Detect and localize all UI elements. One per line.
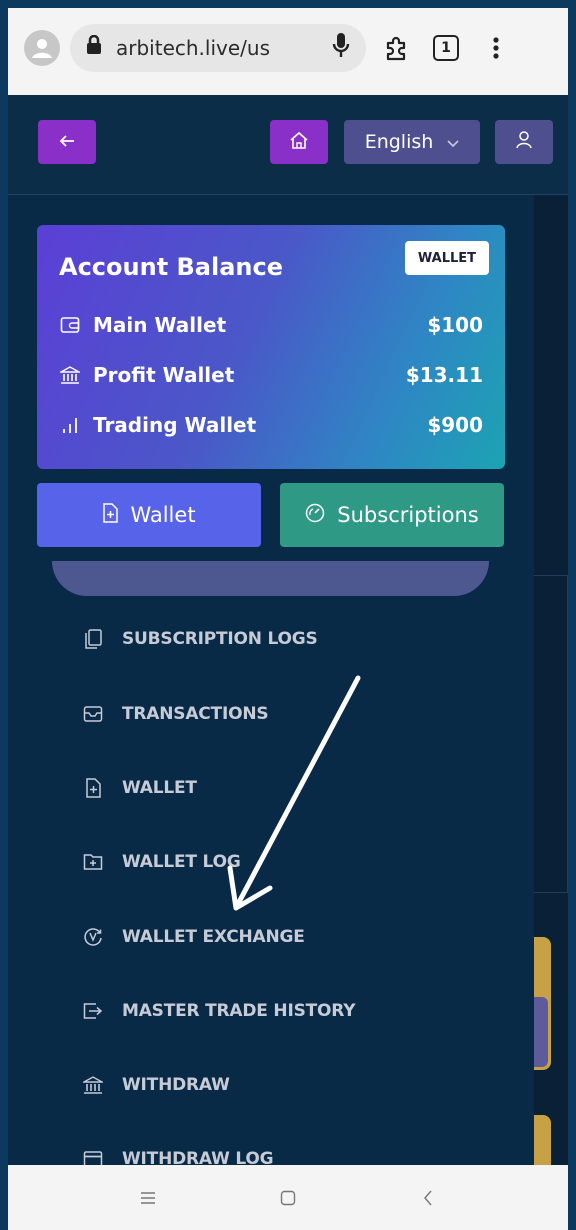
profit-wallet-label: Profit Wallet xyxy=(93,363,235,387)
language-label: English xyxy=(364,131,434,153)
inbox-icon xyxy=(82,703,104,725)
account-balance-card: Account Balance WALLET Main Wallet $100 … xyxy=(37,225,505,469)
profit-wallet-value: $13.11 xyxy=(405,363,483,387)
system-nav-bar xyxy=(0,1165,576,1230)
chevron-left-icon xyxy=(424,1190,432,1205)
back-nav-button[interactable] xyxy=(408,1178,448,1218)
address-bar[interactable]: arbitech.live/us xyxy=(70,23,366,72)
home-icon xyxy=(289,131,309,153)
main-wallet-row: Main Wallet $100 xyxy=(59,313,483,337)
menu-item-wallet-log[interactable]: WALLET LOG xyxy=(82,846,241,878)
menu-icon[interactable] xyxy=(476,28,516,68)
file-plus-icon xyxy=(102,502,119,528)
history-icon xyxy=(82,1000,104,1022)
subscriptions-button[interactable]: Subscriptions xyxy=(280,483,504,547)
app-header: English xyxy=(8,95,568,195)
chevron-down-icon xyxy=(447,131,459,153)
menu-item-master-trade-history[interactable]: MASTER TRADE HISTORY xyxy=(82,995,356,1027)
menu-lines-icon xyxy=(141,1191,155,1204)
background-card-gold-2 xyxy=(534,1115,551,1165)
main-wallet-value: $100 xyxy=(427,313,483,337)
recent-apps-button[interactable] xyxy=(128,1178,168,1218)
wallet-badge[interactable]: WALLET xyxy=(405,241,489,275)
back-arrow-icon xyxy=(59,133,75,152)
tab-count: 1 xyxy=(433,34,459,61)
back-button[interactable] xyxy=(38,120,96,164)
folder-plus-icon xyxy=(82,851,104,873)
gauge-icon xyxy=(305,503,325,528)
main-wallet-label: Main Wallet xyxy=(93,313,227,337)
bank-icon xyxy=(59,364,81,386)
home-nav-button[interactable] xyxy=(268,1178,308,1218)
menu-item-wallet-exchange[interactable]: WALLET EXCHANGE xyxy=(82,921,305,953)
wallet-button[interactable]: Wallet xyxy=(37,483,261,547)
home-button[interactable] xyxy=(270,120,328,164)
menu-item-withdraw[interactable]: WITHDRAW xyxy=(82,1069,230,1101)
profit-wallet-row: Profit Wallet $13.11 xyxy=(59,363,483,387)
extensions-icon[interactable] xyxy=(376,28,416,68)
mic-icon[interactable] xyxy=(332,32,350,63)
menu-item-wallet[interactable]: WALLET xyxy=(82,772,197,804)
file-plus-icon xyxy=(82,777,104,799)
lock-icon xyxy=(86,34,102,60)
wallet-button-label: Wallet xyxy=(130,503,196,527)
card-title: Account Balance xyxy=(59,253,284,281)
menu-item-label: WALLET EXCHANGE xyxy=(122,927,305,947)
background-card-gold xyxy=(534,937,551,1070)
subscriptions-button-label: Subscriptions xyxy=(337,503,479,527)
user-button[interactable] xyxy=(495,120,553,164)
menu-pill-remnant xyxy=(52,561,489,596)
url-text: arbitech.live/us xyxy=(116,35,270,60)
annotation-arrow-icon xyxy=(227,675,361,911)
menu-item-subscription-logs[interactable]: SUBSCRIPTION LOGS xyxy=(82,623,318,655)
language-select[interactable]: English xyxy=(344,120,480,164)
bar-chart-icon xyxy=(59,414,81,436)
browser-toolbar: arbitech.live/us 1 xyxy=(0,0,576,95)
bank-icon xyxy=(82,1074,104,1096)
tabs-icon[interactable]: 1 xyxy=(426,28,466,68)
menu-item-label: WITHDRAW xyxy=(122,1075,230,1095)
background-card xyxy=(534,575,568,893)
menu-item-label: WALLET xyxy=(122,778,197,798)
menu-item-label: MASTER TRADE HISTORY xyxy=(122,1001,356,1021)
wallet-icon xyxy=(59,314,81,336)
trading-wallet-label: Trading Wallet xyxy=(93,413,257,437)
copy-icon xyxy=(82,628,104,650)
user-icon xyxy=(516,131,532,153)
square-icon xyxy=(280,1190,296,1205)
trading-wallet-value: $900 xyxy=(427,413,483,437)
trading-wallet-row: Trading Wallet $900 xyxy=(59,413,483,437)
account-icon[interactable] xyxy=(24,29,60,66)
menu-item-label: SUBSCRIPTION LOGS xyxy=(122,629,318,649)
exchange-icon xyxy=(82,926,104,948)
